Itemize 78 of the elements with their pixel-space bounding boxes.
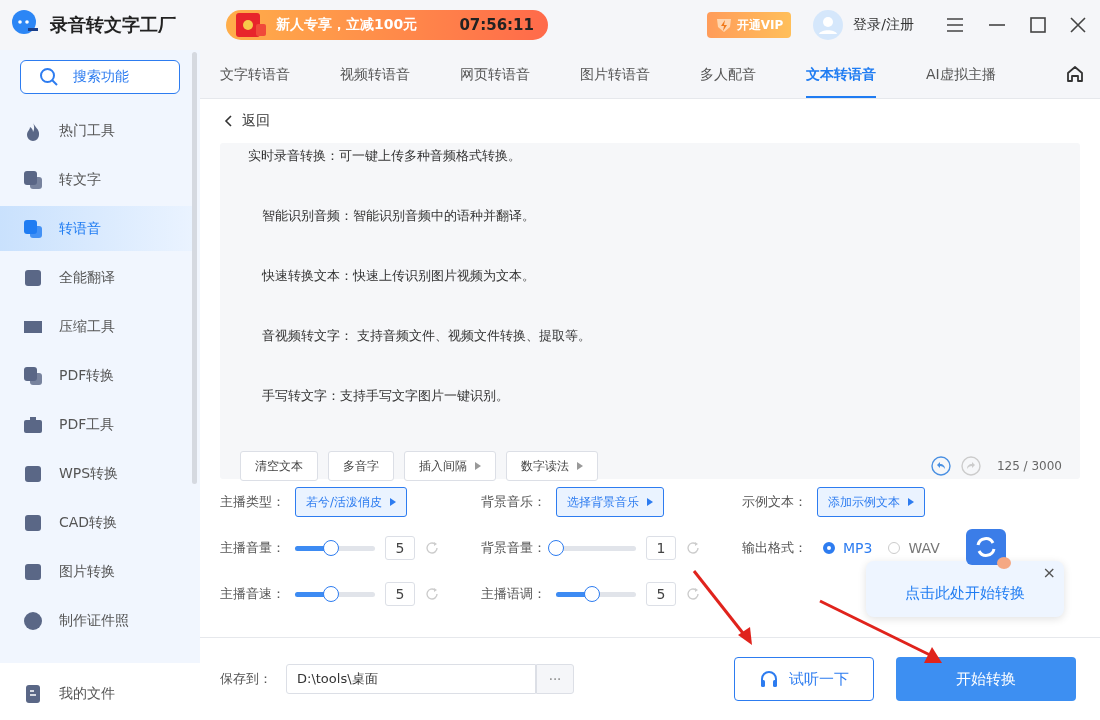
slider-thumb[interactable] xyxy=(548,539,564,556)
save-label: 保存到： xyxy=(220,670,272,688)
headphones-icon xyxy=(759,670,779,688)
close-button[interactable]: × xyxy=(1042,563,1056,582)
option-label: 主播音速： xyxy=(220,585,285,603)
format-radio[interactable]: WAV xyxy=(888,540,940,556)
option-label: 背景音乐： xyxy=(481,493,546,511)
login-link[interactable]: 登录/注册 xyxy=(853,16,914,34)
lightning-icon xyxy=(714,16,733,34)
app-title: 录音转文字工厂 xyxy=(50,13,176,37)
value-field[interactable]: 5 xyxy=(385,582,415,606)
option-label: 示例文本： xyxy=(742,493,807,511)
promo-banner[interactable]: 新人专享，立减100元 07:56:11 xyxy=(226,10,548,40)
gift-envelope-icon xyxy=(234,10,268,40)
browse-button[interactable]: ··· xyxy=(536,664,574,694)
editor-tool-button[interactable]: 多音字 xyxy=(328,451,394,481)
caret-icon xyxy=(908,498,914,506)
editor-paragraph: 手写转文字：支持手写文字图片一键识别。 xyxy=(261,387,510,404)
character-count: 125 / 3000 xyxy=(996,459,1062,473)
value-field[interactable]: 5 xyxy=(385,536,415,560)
sidebar-item[interactable]: 压缩工具 xyxy=(0,304,192,349)
select-button[interactable]: 选择背景音乐 xyxy=(556,487,664,517)
editor-paragraph: 音视频转文字： 支持音频文件、视频文件转换、提取等。 xyxy=(261,327,593,344)
caret-icon xyxy=(390,498,397,506)
sidebar-item[interactable]: 图片转换 xyxy=(0,549,192,594)
value-field[interactable]: 5 xyxy=(646,582,676,606)
briefcase-icon xyxy=(23,414,43,435)
editor-tool-button[interactable]: 插入间隔 xyxy=(404,451,496,481)
search-button[interactable]: 搜索功能 xyxy=(20,60,180,94)
sidebar-item[interactable]: PDF转换 xyxy=(0,353,192,398)
file-icon xyxy=(23,683,43,704)
chevron-left-icon xyxy=(224,115,234,127)
sidebar-item[interactable]: 转文字 xyxy=(0,157,192,202)
editor-tool-button[interactable]: 清空文本 xyxy=(240,451,318,481)
save-path-field[interactable]: D:\tools\桌面 xyxy=(286,664,536,694)
option-label: 背景音量： xyxy=(481,539,546,557)
menu-icon[interactable] xyxy=(946,17,964,33)
text-editor[interactable]: 实时录音转换：可一键上传多种音频格式转换。 智能识别音频：智能识别音频中的语种并翻译。 快速转换文本：快速上传识别图片视频为文本。 音视频转文字： 支持音频文件、视频文件转换、提取等。 手写转文字：支持手写文字图片一键识别。 清空文本 多音字 插入间隔 数字读法 125 / 3000 xyxy=(220,143,1080,479)
tab[interactable]: 网页转语音 xyxy=(460,50,530,98)
editor-paragraph: 智能识别音频：智能识别音频中的语种并翻译。 xyxy=(261,207,536,224)
slider-thumb[interactable] xyxy=(584,585,600,602)
format-radio[interactable]: MP3 xyxy=(823,540,873,556)
search-icon xyxy=(39,67,59,87)
back-link[interactable]: 返回 xyxy=(220,99,270,143)
tab[interactable]: AI虚拟主播 xyxy=(926,50,996,98)
option-label: 输出格式： xyxy=(742,539,807,557)
editor-paragraph: 实时录音转换：可一键上传多种音频格式转换。 xyxy=(248,147,522,164)
tooltip-text: 点击此处开始转换 xyxy=(905,583,1025,603)
tab[interactable]: 视频转语音 xyxy=(340,50,410,98)
caret-icon xyxy=(647,498,653,506)
minimize-icon[interactable] xyxy=(988,24,1006,26)
maximize-icon[interactable] xyxy=(1030,17,1046,33)
sidebar-item[interactable]: WPS转换 xyxy=(0,451,192,496)
slider-thumb[interactable] xyxy=(323,539,339,556)
preview-button[interactable]: 试听一下 xyxy=(734,657,874,701)
undo-icon[interactable] xyxy=(930,456,951,476)
close-icon[interactable] xyxy=(1070,17,1086,33)
select-button[interactable]: 添加示例文本 xyxy=(817,487,925,517)
tab[interactable]: 多人配音 xyxy=(700,50,756,98)
promo-text: 新人专享，立减100元 xyxy=(276,16,418,34)
sidebar-item[interactable]: 制作证件照 xyxy=(0,598,192,643)
sidebar-item[interactable]: CAD转换 xyxy=(0,500,192,545)
option-label: 主播类型： xyxy=(220,493,285,511)
tab[interactable]: 文字转语音 xyxy=(220,50,290,98)
sidebar-item[interactable]: 热门工具 xyxy=(0,108,192,153)
option-label: 主播音量： xyxy=(220,539,285,557)
select-button[interactable]: 若兮/活泼俏皮 xyxy=(295,487,408,517)
editor-tool-button[interactable]: 数字读法 xyxy=(506,451,598,481)
home-icon[interactable] xyxy=(1066,65,1084,83)
option-label: 主播语调： xyxy=(481,585,546,603)
sidebar-item[interactable]: 全能翻译 xyxy=(0,255,192,300)
countdown-timer: 07:56:11 xyxy=(459,16,534,34)
tab[interactable]: 图片转语音 xyxy=(580,50,650,98)
value-field[interactable]: 1 xyxy=(646,536,676,560)
editor-paragraph: 快速转换文本：快速上传识别图片视频为文本。 xyxy=(261,267,536,284)
sidebar-item[interactable]: PDF工具 xyxy=(0,402,192,447)
tab[interactable]: 文本转语音 xyxy=(806,50,876,98)
slider-thumb[interactable] xyxy=(323,585,339,602)
